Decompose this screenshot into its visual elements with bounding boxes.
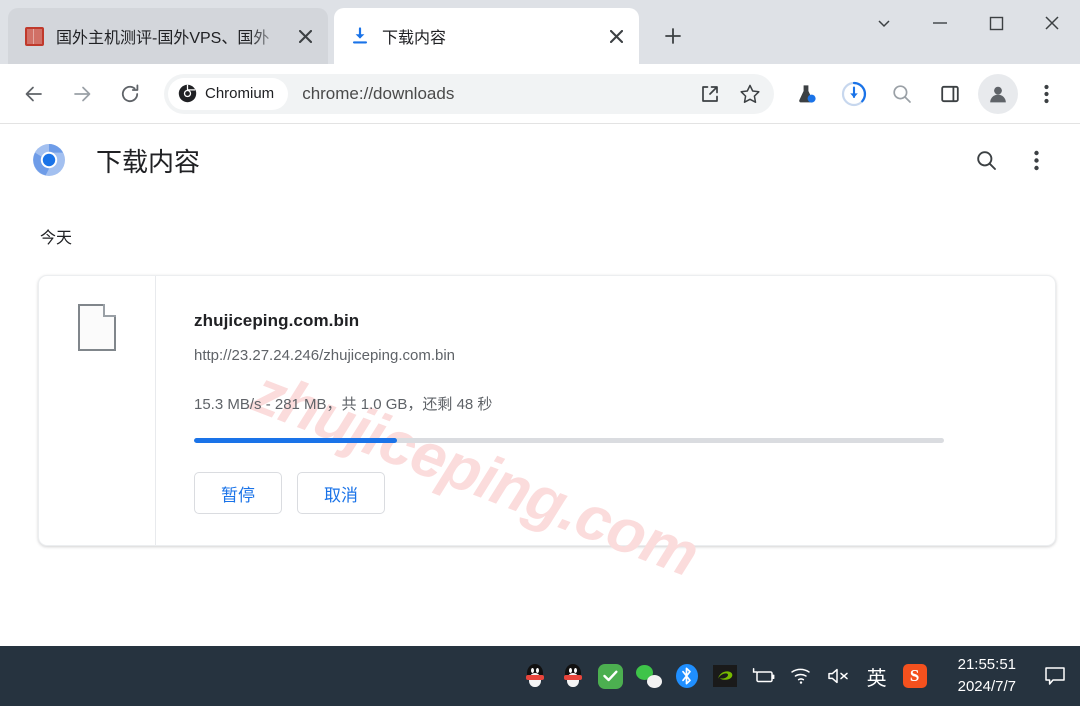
tab-close-button[interactable] (292, 23, 318, 49)
reload-icon[interactable] (110, 74, 150, 114)
downloads-page: 下载内容 今天 zhujiceping.com zhujiceping.com.… (0, 124, 1080, 650)
sogou-label: S (902, 664, 927, 688)
clock-date: 2024/7/7 (957, 678, 1016, 695)
bluetooth-icon[interactable] (672, 661, 702, 691)
taskbar-clock[interactable]: 21:55:51 2024/7/7 (958, 654, 1016, 698)
download-blue-icon (350, 26, 370, 46)
address-bar-url[interactable]: chrome://downloads (302, 84, 690, 104)
section-label-today: 今天 (40, 230, 73, 247)
download-progress-bar (194, 438, 944, 443)
generic-file-icon (78, 304, 116, 351)
tab-downloads[interactable]: 下载内容 (334, 8, 639, 64)
download-progress-fill (194, 438, 397, 443)
download-file-icon-column (39, 276, 156, 545)
red-seal-favicon (24, 26, 44, 46)
system-tray: 英 S (516, 661, 934, 691)
profile-avatar-icon[interactable] (978, 73, 1018, 114)
chromium-chip-icon (178, 84, 197, 103)
page-title: 下载内容 (96, 146, 201, 177)
volume-muted-icon[interactable] (824, 661, 854, 691)
pause-button[interactable]: 暂停 (194, 472, 282, 514)
download-item-card[interactable]: zhujiceping.com.bin http://23.27.24.246/… (38, 275, 1056, 546)
three-dot-menu-icon[interactable] (1026, 74, 1066, 114)
windows-taskbar: 英 S 21:55:51 2024/7/7 (0, 646, 1080, 706)
downloads-menu-icon[interactable] (1016, 140, 1056, 180)
search-icon[interactable] (882, 74, 922, 114)
back-arrow-icon[interactable] (14, 74, 54, 114)
green-check-icon[interactable] (596, 661, 626, 691)
share-icon[interactable] (692, 76, 728, 112)
tab-title: 国外主机测评-国外VPS、国外 (56, 30, 270, 47)
qq-penguin-icon[interactable] (558, 661, 588, 691)
wifi-icon[interactable] (786, 661, 816, 691)
browser-window: 国外主机测评-国外VPS、国外 下载内容 Chromium chrome://d… (0, 0, 1080, 706)
download-file-name: zhujiceping.com.bin (194, 311, 360, 330)
forward-arrow-icon[interactable] (62, 74, 102, 114)
nvidia-icon[interactable] (710, 661, 740, 691)
sogou-input-icon[interactable]: S (900, 661, 930, 691)
new-tab-button[interactable] (653, 16, 693, 56)
tab-strip: 国外主机测评-国外VPS、国外 下载内容 (0, 0, 1080, 64)
power-battery-icon[interactable] (748, 661, 778, 691)
tab-close-button[interactable] (603, 23, 629, 49)
side-panel-icon[interactable] (930, 74, 970, 114)
close-icon[interactable] (1024, 0, 1080, 46)
download-item-details: zhujiceping.com.bin http://23.27.24.246/… (156, 276, 1055, 545)
star-icon[interactable] (732, 76, 768, 112)
qq-penguin-icon[interactable] (520, 661, 550, 691)
download-source-url[interactable]: http://23.27.24.246/zhujiceping.com.bin (194, 347, 1055, 364)
clock-time: 21:55:51 (957, 656, 1016, 674)
notification-icon[interactable] (1040, 661, 1070, 691)
ime-label: 英 (866, 667, 887, 690)
download-actions: 暂停 取消 (194, 472, 1055, 514)
window-controls (856, 0, 1080, 46)
flask-icon[interactable] (786, 74, 826, 114)
wechat-icon[interactable] (634, 661, 664, 691)
address-bar[interactable]: Chromium chrome://downloads (164, 73, 774, 114)
maximize-icon[interactable] (968, 0, 1024, 46)
downloads-progress-icon[interactable] (834, 74, 874, 114)
cancel-button[interactable]: 取消 (297, 472, 385, 514)
minimize-icon[interactable] (912, 0, 968, 46)
downloads-search-icon[interactable] (966, 140, 1006, 180)
downloads-page-header: 下载内容 (0, 124, 1080, 196)
tab-host-review[interactable]: 国外主机测评-国外VPS、国外 (8, 8, 328, 64)
tab-title: 下载内容 (382, 30, 447, 47)
download-status-text: 15.3 MB/s - 281 MB，共 1.0 GB，还剩 48 秒 (194, 396, 493, 413)
ime-language-indicator[interactable]: 英 (862, 661, 892, 691)
browser-toolbar: Chromium chrome://downloads (0, 64, 1080, 124)
chromium-logo (32, 143, 66, 177)
omnibox-actions (690, 76, 770, 112)
chromium-chip[interactable]: Chromium (168, 77, 289, 110)
tab-search-chevron-icon[interactable] (856, 0, 912, 46)
chromium-chip-label: Chromium (205, 85, 275, 102)
